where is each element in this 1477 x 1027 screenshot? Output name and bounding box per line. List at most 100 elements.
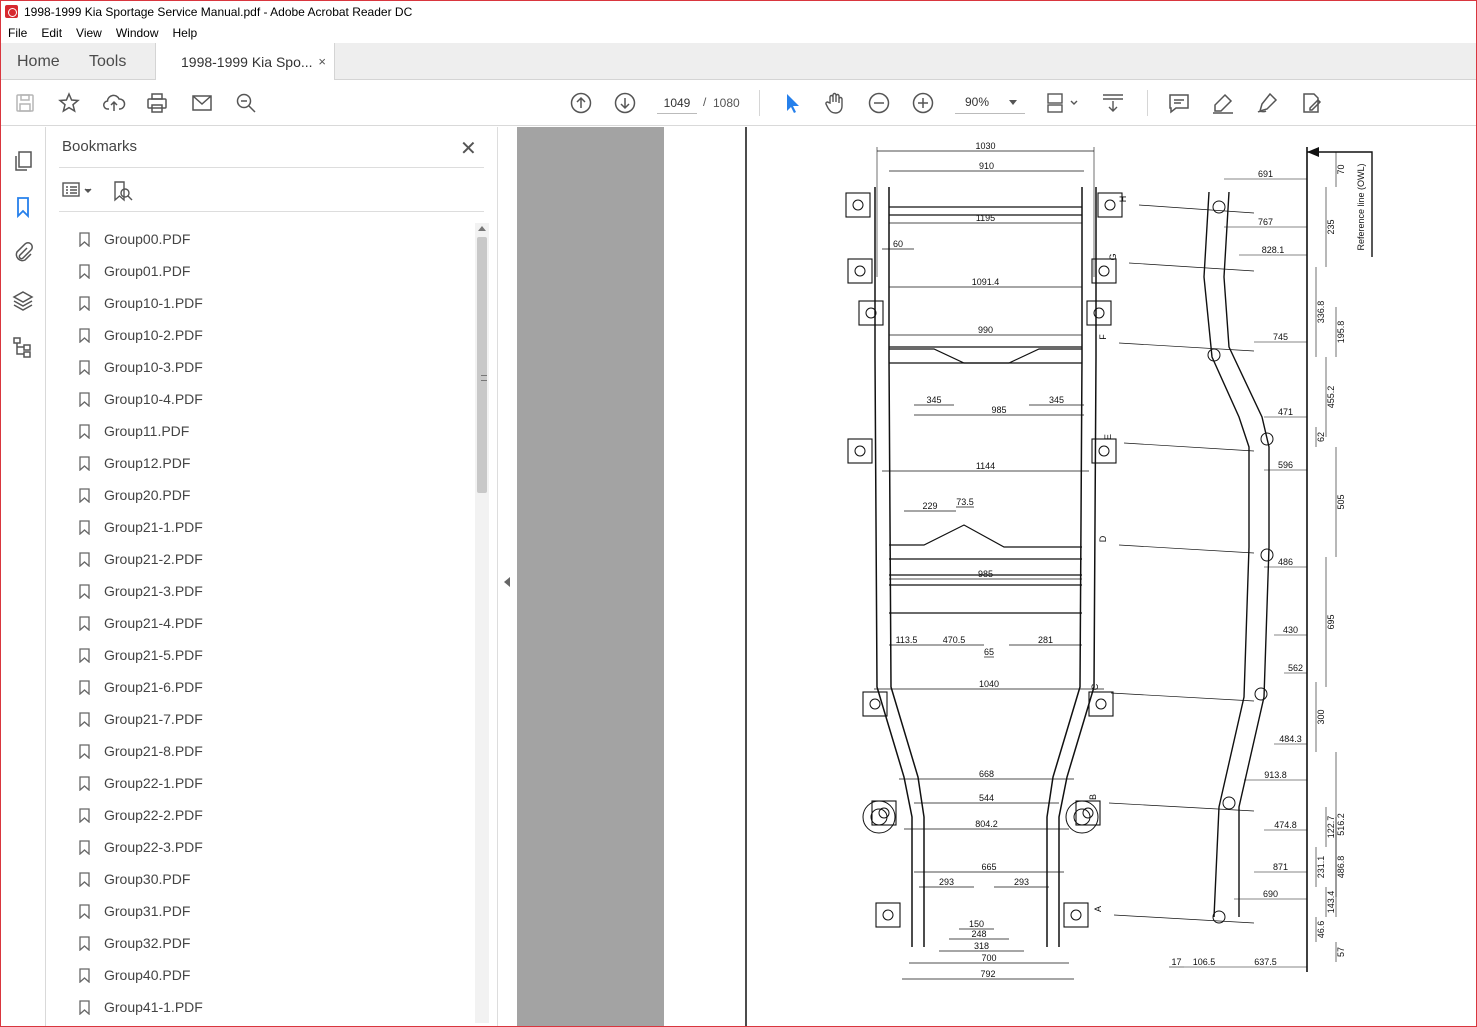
zoom-in-icon[interactable] [911, 91, 935, 115]
dimension-label: 62 [1316, 432, 1326, 442]
section-label: H [1118, 196, 1128, 203]
select-cursor-icon[interactable] [779, 91, 803, 115]
new-bookmark-icon[interactable] [111, 180, 135, 202]
bookmark-item[interactable]: Group32.PDF [75, 927, 465, 959]
bookmark-item[interactable]: Group21-5.PDF [75, 639, 465, 671]
dimension-label: 665 [981, 862, 996, 872]
tab-home[interactable]: Home [17, 43, 60, 80]
mount-hole [1098, 445, 1110, 457]
section-leader [1108, 802, 1255, 812]
menu-window[interactable]: Window [109, 26, 166, 40]
page-fit-icon[interactable] [1045, 91, 1081, 115]
bookmark-item[interactable]: Group10-1.PDF [75, 287, 465, 319]
page-number-input[interactable] [657, 92, 697, 114]
bookmark-item[interactable]: Group40.PDF [75, 959, 465, 991]
bookmark-label: Group32.PDF [104, 935, 191, 951]
mount-pad [858, 300, 884, 326]
bookmark-item[interactable]: Group30.PDF [75, 863, 465, 895]
bookmark-item[interactable]: Group00.PDF [75, 223, 465, 255]
dimension-label: 106.5 [1193, 957, 1216, 967]
reference-arrow [1307, 147, 1319, 157]
attachment-icon[interactable] [11, 241, 35, 265]
bookmark-label: Group01.PDF [104, 263, 191, 279]
email-icon[interactable] [190, 91, 214, 115]
bookmark-item[interactable]: Group21-8.PDF [75, 735, 465, 767]
structure-icon[interactable] [11, 335, 35, 359]
mount-pad [862, 691, 888, 717]
mount-pad [1063, 902, 1089, 928]
bookmark-icon [79, 807, 90, 823]
bookmark-item[interactable]: Group12.PDF [75, 447, 465, 479]
zoom-out-icon[interactable] [867, 91, 891, 115]
bookmark-item[interactable]: Group21-7.PDF [75, 703, 465, 735]
document-view[interactable]: 1030 910 1195 60 1091.4 990 345 345 985 1144 229 73… [517, 127, 1476, 1026]
edit-pdf-icon[interactable] [1299, 91, 1323, 115]
print-icon[interactable] [145, 91, 169, 115]
menu-help[interactable]: Help [166, 26, 205, 40]
search-icon[interactable] [234, 91, 258, 115]
tab-close-icon[interactable]: × [318, 54, 326, 69]
next-page-icon[interactable] [613, 91, 637, 115]
scroll-up-icon[interactable] [478, 226, 486, 231]
menu-view[interactable]: View [69, 26, 109, 40]
options-menu-icon[interactable] [61, 180, 95, 200]
close-icon[interactable]: ✕ [460, 136, 477, 161]
bookmark-item[interactable]: Group21-3.PDF [75, 575, 465, 607]
star-icon[interactable] [57, 91, 81, 115]
bookmark-item[interactable]: Group21-4.PDF [75, 607, 465, 639]
mount-pad [845, 192, 871, 218]
highlight-icon[interactable] [1211, 91, 1235, 115]
prev-page-icon[interactable] [569, 91, 593, 115]
bookmark-icon [79, 231, 90, 247]
bookmark-item[interactable]: Group41-1.PDF [75, 991, 465, 1023]
bookmark-item[interactable]: Group01.PDF [75, 255, 465, 287]
scroll-mode-icon[interactable] [1101, 91, 1125, 115]
mount-pad [847, 438, 873, 464]
sign-icon[interactable] [1255, 91, 1279, 115]
panel-splitter[interactable] [497, 127, 517, 1026]
dimension-label: 700 [981, 953, 996, 963]
bookmark-item[interactable]: Group31.PDF [75, 895, 465, 927]
mount-pad [1075, 800, 1101, 826]
bookmark-item[interactable]: Group10-2.PDF [75, 319, 465, 351]
bookmark-item[interactable]: Group22-1.PDF [75, 767, 465, 799]
upload-icon[interactable] [102, 91, 126, 115]
dimension-label: 691 [1258, 169, 1273, 179]
dimension-label: 985 [978, 569, 993, 579]
dimension-label: 1091.4 [972, 277, 1000, 287]
menu-file[interactable]: File [1, 26, 34, 40]
side-mount-hole [1207, 348, 1221, 362]
menu-edit[interactable]: Edit [34, 26, 69, 40]
bookmarks-scrollbar[interactable] [475, 223, 489, 1023]
bookmark-item[interactable]: Group20.PDF [75, 479, 465, 511]
bookmark-item[interactable]: Group22-2.PDF [75, 799, 465, 831]
tab-document[interactable]: 1998-1999 Kia Spo... × [155, 43, 335, 81]
bookmark-icon[interactable] [11, 195, 35, 219]
zoom-select[interactable]: 90% [955, 92, 1025, 114]
comment-icon[interactable] [1167, 91, 1191, 115]
bookmark-item[interactable]: Group21-1.PDF [75, 511, 465, 543]
bookmark-item[interactable]: Group21-6.PDF [75, 671, 465, 703]
scroll-thumb[interactable] [477, 237, 487, 493]
save-icon[interactable] [13, 91, 37, 115]
bookmark-item[interactable]: Group11.PDF [75, 415, 465, 447]
bookmark-item[interactable]: Group10-4.PDF [75, 383, 465, 415]
collapse-arrow-icon[interactable] [504, 577, 510, 587]
bookmark-item[interactable]: Group22-3.PDF [75, 831, 465, 863]
tab-tools[interactable]: Tools [89, 43, 126, 80]
dimension-label: 229 [922, 501, 937, 511]
dimension-label: 231.1 [1316, 856, 1326, 879]
layers-icon[interactable] [11, 289, 35, 313]
bookmark-icon [79, 935, 90, 951]
toolbar-divider [1147, 90, 1148, 116]
bookmark-item[interactable]: Group10-3.PDF [75, 351, 465, 383]
bookmark-item[interactable]: Group21-2.PDF [75, 543, 465, 575]
bookmark-label: Group11.PDF [104, 423, 190, 439]
hand-icon[interactable] [823, 91, 847, 115]
dimension-label: 235 [1326, 219, 1336, 234]
left-rail-inner [888, 187, 925, 947]
dimension-label: 990 [978, 325, 993, 335]
bookmark-label: Group41-1.PDF [104, 999, 203, 1015]
bookmark-label: Group40.PDF [104, 967, 191, 983]
pages-icon[interactable] [11, 149, 35, 173]
